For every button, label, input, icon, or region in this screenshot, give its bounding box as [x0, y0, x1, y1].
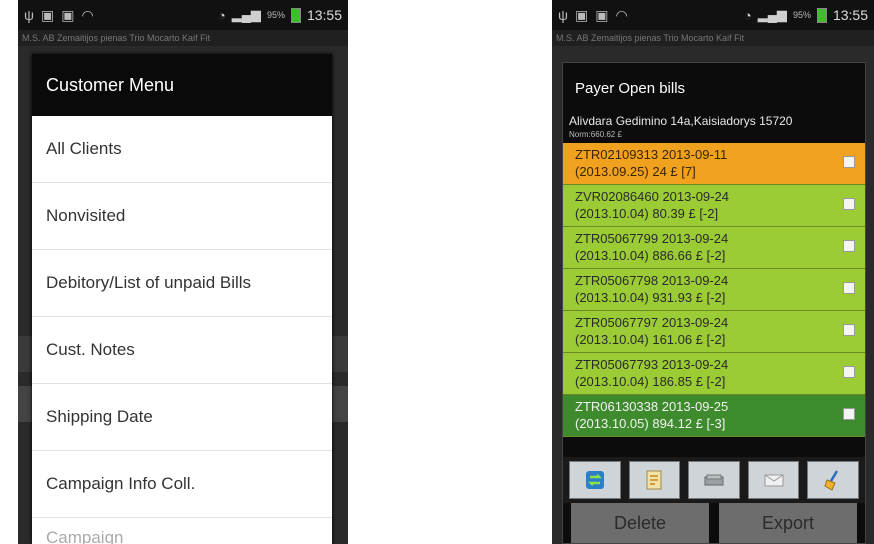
bill-number-date: ZTR05067798 2013-09-24 [575, 273, 729, 288]
payer-address: Alivdara Gedimino 14a,Kaisiadorys 15720 [569, 114, 793, 128]
bill-checkbox[interactable] [843, 366, 855, 378]
payer-norm: Norm:660.62 £ [569, 130, 622, 139]
bill-number-date: ZTR05067793 2013-09-24 [575, 357, 729, 372]
payment-button[interactable] [688, 461, 740, 499]
menu-item-nonvisited[interactable]: Nonvisited [32, 183, 332, 250]
gallery-icon: ▣ [595, 6, 609, 23]
bill-checkbox[interactable] [843, 240, 855, 252]
money-stack-icon [704, 474, 724, 486]
usb-icon: ψ [558, 6, 568, 23]
action-row: Delete Export [563, 503, 865, 543]
bill-checkbox[interactable] [843, 282, 855, 294]
message-button[interactable] [747, 461, 800, 499]
menu-item-debitory[interactable]: Debitory/List of unpaid Bills [32, 250, 332, 317]
bill-due-amount: (2013.10.04) 931.93 £ [-2] [575, 290, 726, 305]
clear-button[interactable] [807, 461, 859, 499]
bill-row[interactable]: ZTR02109313 2013-09-11 (2013.09.25) 24 £… [563, 143, 865, 185]
bill-number-date: ZTR02109313 2013-09-11 [575, 147, 728, 162]
usb-icon: ψ [24, 6, 34, 23]
sync-button[interactable] [569, 461, 621, 499]
bill-list: ZTR02109313 2013-09-11 (2013.09.25) 24 £… [563, 143, 865, 437]
bill-due-amount: (2013.10.04) 886.66 £ [-2] [575, 248, 726, 263]
menu-item-all-clients[interactable]: All Clients [32, 116, 332, 183]
bill-due-amount: (2013.10.04) 186.85 £ [-2] [575, 374, 726, 389]
wifi-icon: ◠ [615, 6, 628, 23]
bill-due-amount: (2013.09.25) 24 £ [7] [575, 164, 696, 179]
delete-button[interactable]: Delete [571, 503, 709, 543]
payer-open-bills-dialog: Payer Open bills Alivdara Gedimino 14a,K… [562, 62, 866, 544]
clock: 13:55 [306, 7, 342, 23]
signal-icon: ▂▄▆ [757, 7, 787, 22]
bill-due-amount: (2013.10.05) 894.12 £ [-3] [575, 416, 726, 431]
menu-item-shipping-date[interactable]: Shipping Date [32, 384, 332, 451]
app-title-bar: M.S. AB Zemaitijos pienas Trio Mocarto K… [18, 30, 348, 46]
battery-percent: 95% [266, 10, 285, 20]
bill-row[interactable]: ZTR05067797 2013-09-24 (2013.10.04) 161.… [563, 311, 865, 353]
bill-row[interactable]: ZVR02086460 2013-09-24 (2013.10.04) 80.3… [563, 185, 865, 227]
signal-icon: ▂▄▆ [231, 7, 261, 22]
bill-checkbox[interactable] [843, 324, 855, 336]
bill-number-date: ZTR05067797 2013-09-24 [575, 315, 729, 330]
phone-screen-right: ψ ▣ ▣ ◠ ◔ ▂▄▆ 95% 13:55 M.S. AB Zemaitij… [552, 0, 874, 544]
menu-item-campaign-info[interactable]: Campaign Info Coll. [32, 451, 332, 518]
export-button[interactable]: Export [719, 503, 857, 543]
dialog-title: Payer Open bills [575, 79, 686, 97]
image-icon: ▣ [574, 6, 589, 23]
bill-number-date: ZTR05067799 2013-09-24 [575, 231, 729, 246]
alarm-icon: ◔ [743, 7, 752, 23]
status-bar: ψ ▣ ▣ ◠ ◔ ▂▄▆ 95% 13:55 [552, 0, 874, 30]
bill-number-date: ZTR06130338 2013-09-25 [575, 399, 729, 414]
battery-icon [290, 7, 301, 23]
bill-due-amount: (2013.10.04) 161.06 £ [-2] [575, 332, 726, 347]
broom-clear-icon [824, 470, 839, 491]
bill-number-date: ZVR02086460 2013-09-24 [575, 189, 729, 204]
bill-checkbox[interactable] [843, 198, 855, 210]
envelope-icon [764, 474, 784, 487]
bill-row[interactable]: ZTR05067798 2013-09-24 (2013.10.04) 931.… [563, 269, 865, 311]
app-title-bar: M.S. AB Zemaitijos pienas Trio Mocarto K… [552, 30, 874, 46]
bill-checkbox[interactable] [843, 408, 855, 420]
bill-due-amount: (2013.10.04) 80.39 £ [-2] [575, 206, 719, 221]
menu-item-cust-notes[interactable]: Cust. Notes [32, 317, 332, 384]
bill-toolbar [563, 457, 865, 503]
document-edit-icon [646, 470, 662, 490]
bill-row[interactable]: ZTR06130338 2013-09-25 (2013.10.05) 894.… [563, 395, 865, 437]
edit-document-button[interactable] [628, 461, 681, 499]
bill-row[interactable]: ZTR05067793 2013-09-24 (2013.10.04) 186.… [563, 353, 865, 395]
menu-item-campaign[interactable]: Campaign [32, 518, 332, 544]
alarm-icon: ◔ [217, 7, 226, 23]
wifi-icon: ◠ [81, 6, 94, 23]
bill-checkbox[interactable] [843, 156, 855, 168]
dialog-title: Customer Menu [32, 54, 332, 116]
customer-menu-dialog: Customer Menu All Clients Nonvisited Deb… [32, 54, 332, 544]
gallery-icon: ▣ [61, 6, 75, 23]
clock: 13:55 [832, 7, 868, 23]
bill-row[interactable]: ZTR05067799 2013-09-24 (2013.10.04) 886.… [563, 227, 865, 269]
sync-arrows-icon [585, 471, 604, 489]
phone-screen-left: ψ ▣ ▣ ◠ ◔ ▂▄▆ 95% 13:55 M.S. AB Zemaitij… [18, 0, 348, 544]
battery-percent: 95% [792, 10, 811, 20]
status-bar: ψ ▣ ▣ ◠ ◔ ▂▄▆ 95% 13:55 [18, 0, 348, 30]
image-icon: ▣ [40, 6, 55, 23]
battery-icon [816, 7, 827, 23]
